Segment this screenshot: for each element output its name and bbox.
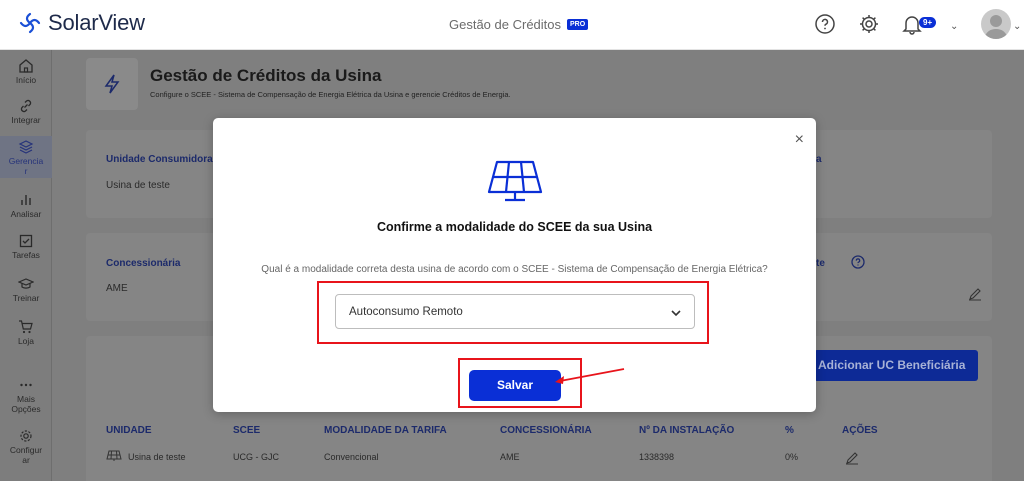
page-icon (86, 58, 138, 110)
pro-badge: PRO (567, 19, 589, 30)
sidebar-item-mais-opcoes[interactable]: Mais Opções (0, 377, 52, 414)
notification-chevron-down-icon[interactable]: ⌄ (950, 21, 958, 32)
home-icon (19, 59, 33, 73)
select-value: Autoconsumo Remoto (349, 306, 463, 318)
sidebar-item-integrar[interactable]: Integrar (0, 98, 52, 125)
concessionaria-value: AME (106, 283, 128, 294)
sidebar-item-label: Treinar (12, 293, 40, 303)
sidebar-item-label: Tarefas (12, 250, 40, 260)
close-icon[interactable]: × (795, 132, 804, 148)
sidebar-item-label: Configur ar (9, 445, 43, 465)
unidade-label: Unidade Consumidora (106, 154, 213, 165)
column-header-acoes: AÇÕES (842, 425, 878, 436)
column-header-instalacao[interactable]: Nº DA INSTALAÇÃO (639, 425, 734, 436)
app-name: SolarView (48, 10, 145, 35)
sidebar-item-gerenciar[interactable]: Gerencia r (0, 136, 52, 178)
concessionaria-label: Concessionária (106, 258, 181, 269)
solar-panel-row-icon (106, 450, 122, 461)
unidade-value: Usina de teste (106, 180, 170, 191)
add-uc-beneficiaria-button[interactable]: Adicionar UC Beneficiária (814, 350, 978, 381)
table-cell-percent: 0% (785, 452, 799, 462)
modal-title: Confirme a modalidade do SCEE da sua Usi… (376, 220, 653, 234)
sidebar-item-configurar[interactable]: Configur ar (0, 428, 52, 465)
table-cell-instalacao: 1338398 (639, 452, 675, 462)
sidebar-item-label: Analisar (10, 209, 42, 219)
page-subtitle: Configure o SCEE - Sistema de Compensaçã… (150, 90, 511, 99)
solar-panel-icon (487, 160, 543, 202)
sidebar-item-label: Gerencia r (8, 156, 44, 176)
scee-modalidade-select[interactable]: Autoconsumo Remoto (335, 294, 695, 329)
column-header-percent[interactable]: % (785, 425, 794, 436)
column-header-modalidade[interactable]: MODALIDADE DA TARIFA (324, 425, 447, 436)
sidebar-item-tarefas[interactable]: Tarefas (0, 233, 52, 260)
table-cell-modalidade: Convencional (324, 452, 379, 462)
right-label-1: a (816, 154, 822, 165)
row-edit-pencil-icon[interactable] (845, 451, 859, 465)
table-cell-unidade: Usina de teste (128, 452, 186, 462)
sidebar-item-label: Loja (17, 336, 35, 346)
scee-modal-dialog: × Confirme a modalidade do SCEE da sua U… (213, 118, 816, 412)
section-title: Gestão de Créditos (449, 17, 562, 32)
column-header-scee[interactable]: SCEE (233, 425, 260, 436)
link-icon (20, 99, 32, 113)
gear-icon (20, 430, 32, 442)
column-header-unidade[interactable]: UNIDADE (106, 425, 152, 436)
solarview-logo-icon (19, 12, 41, 34)
checkbox-icon (19, 234, 33, 248)
table-cell-concessionaria: AME (500, 452, 520, 462)
sidebar-item-label: Integrar (11, 115, 41, 125)
column-header-concessionaria[interactable]: CONCESSIONÁRIA (500, 425, 592, 436)
header-section: Gestão de Créditos PRO (449, 17, 589, 32)
sidebar-item-loja[interactable]: Loja (0, 319, 52, 346)
edit-pencil-icon[interactable] (968, 287, 982, 301)
top-header: SolarView Gestão de Créditos PRO 9+ ⌄ ⌄ (0, 0, 1024, 50)
avatar[interactable] (981, 9, 1011, 39)
cart-icon (19, 320, 33, 334)
more-icon (20, 383, 32, 387)
modal-question: Qual é a modalidade correta desta usina … (261, 264, 768, 275)
save-button[interactable]: Salvar (469, 370, 561, 401)
gear-icon[interactable] (856, 11, 882, 37)
sidebar-item-analisar[interactable]: Analisar (0, 192, 52, 219)
sidebar-item-label: Mais Opções (11, 394, 41, 414)
sidebar: Início Integrar Gerencia r Analisar Tare… (0, 50, 52, 481)
app-logo[interactable]: SolarView (18, 10, 145, 36)
graduation-cap-icon (18, 278, 34, 289)
sidebar-item-label: Início (15, 75, 37, 85)
annotation-arrow (555, 368, 625, 384)
notification-badge: 9+ (919, 17, 937, 28)
sidebar-item-inicio[interactable]: Início (0, 58, 52, 85)
user-menu-chevron-down-icon[interactable]: ⌄ (1013, 21, 1021, 32)
layers-icon (18, 140, 34, 154)
bar-chart-icon (21, 195, 31, 205)
chevron-down-icon (671, 310, 681, 317)
lightning-icon (104, 74, 120, 94)
help-circle-icon[interactable] (851, 255, 865, 269)
page-title: Gestão de Créditos da Usina (150, 66, 382, 85)
help-icon[interactable] (812, 11, 838, 37)
sidebar-item-treinar[interactable]: Treinar (0, 276, 52, 303)
right-label-2: te (816, 258, 825, 269)
table-cell-scee: UCG - GJC (233, 452, 279, 462)
